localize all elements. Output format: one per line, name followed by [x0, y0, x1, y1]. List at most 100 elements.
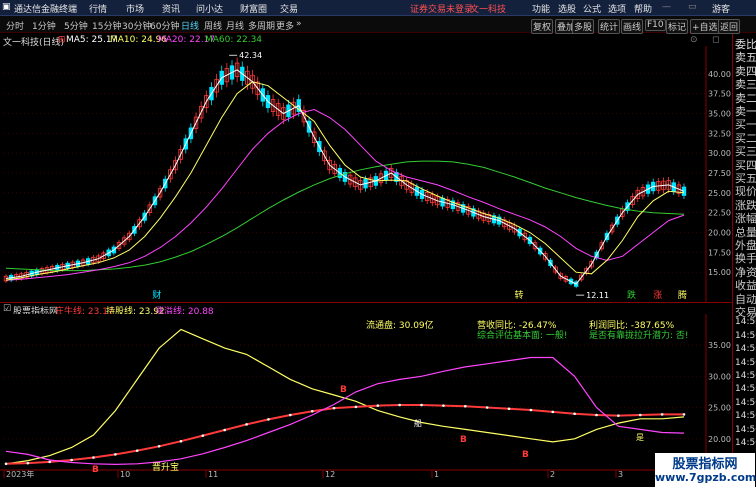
- holding-dot: [289, 413, 292, 417]
- settings-icon[interactable]: ⊙: [690, 35, 698, 45]
- y-tick-label: 25.00: [708, 189, 731, 198]
- holding-dot: [48, 460, 52, 464]
- holding-dot: [551, 410, 555, 414]
- holding-dot: [179, 439, 183, 443]
- marker-zhuan: 转: [515, 289, 524, 301]
- more-chevron-icon[interactable]: »: [296, 19, 302, 29]
- marker-die: 跌: [627, 290, 636, 301]
- holding-dot: [573, 412, 576, 416]
- side-panel-item[interactable]: 14:50: [735, 331, 756, 341]
- tab-more[interactable]: 更多: [276, 19, 294, 32]
- menu-function[interactable]: 功能: [532, 2, 550, 15]
- low-price-label: 12.11: [586, 291, 609, 300]
- app-logo-icon: ▣: [2, 2, 11, 12]
- menu-wenxiaoda[interactable]: 问小达: [196, 2, 223, 15]
- guest-label[interactable]: 游客: [712, 2, 730, 15]
- restore-icon[interactable]: ▭: [688, 2, 697, 12]
- holding-dot: [114, 453, 117, 456]
- marker-teng: 腾: [678, 289, 687, 301]
- f10-button[interactable]: F10: [645, 19, 666, 31]
- app-name: 通达信金融终端: [14, 5, 78, 15]
- menu-news[interactable]: 资讯: [162, 2, 180, 15]
- holding-dot: [223, 428, 227, 432]
- draw-line-button[interactable]: 画线: [621, 19, 644, 34]
- holding-dot: [92, 456, 95, 459]
- side-panel-item[interactable]: 14:50: [735, 344, 756, 354]
- stats-button[interactable]: 统计: [598, 19, 621, 34]
- indicator-y-tick: 30.00: [708, 372, 731, 381]
- holding-dot: [354, 405, 358, 409]
- tab-1min[interactable]: 1分钟: [32, 19, 56, 32]
- holding-dot: [660, 413, 664, 416]
- menu-quotes[interactable]: 行情: [89, 2, 107, 15]
- menu-help[interactable]: 帮助: [634, 2, 652, 15]
- yes-marker: 是: [636, 433, 644, 442]
- menu-market[interactable]: 市场: [126, 2, 144, 15]
- menu-wealth-circle[interactable]: 财富圈: [240, 2, 267, 15]
- buy-marker: B: [92, 465, 99, 475]
- fundamental-eval-label: 综合评估基本面: 一般!: [477, 331, 568, 341]
- minimize-icon[interactable]: —: [662, 2, 671, 12]
- indicator-y-tick: 25.00: [708, 404, 731, 413]
- tab-multi-period[interactable]: 多周期: [248, 19, 275, 32]
- chart-dropdown-icon[interactable]: ⊞: [58, 35, 66, 45]
- y-tick-label: 17.50: [708, 248, 731, 257]
- watermark-title: 股票指标网: [655, 453, 755, 472]
- tab-30min[interactable]: 30分钟: [122, 19, 151, 32]
- tab-weekly[interactable]: 周线: [204, 19, 222, 32]
- side-panel-item[interactable]: 14:50: [735, 317, 756, 327]
- tab-intraday[interactable]: 分时: [6, 19, 24, 32]
- chart-background: [0, 46, 732, 302]
- tab-15min[interactable]: 15分钟: [92, 19, 121, 32]
- side-panel-item[interactable]: 14:50: [735, 438, 756, 448]
- side-panel-item[interactable]: 14:50: [735, 398, 756, 408]
- jingtian-marker: 晋升宝: [152, 461, 179, 473]
- x-axis-label: 1: [434, 470, 439, 478]
- y-tick-label: 32.50: [708, 129, 731, 138]
- tab-5min[interactable]: 5分钟: [64, 19, 88, 32]
- expand-icon[interactable]: ◻: [712, 35, 719, 45]
- mark-button[interactable]: 标记: [666, 19, 689, 34]
- x-axis-label: 11: [208, 470, 218, 478]
- holding-dot: [682, 413, 686, 416]
- back-button[interactable]: 返回: [718, 19, 741, 34]
- menu-trade[interactable]: 交易: [280, 2, 298, 15]
- side-panel-item[interactable]: 14:50: [735, 358, 756, 368]
- kline-chart[interactable]: 40.00 37.50 35.00 32.50 30.00 27.50 25.00 22.50…: [0, 46, 732, 302]
- high-price-label: 42.34: [239, 51, 262, 60]
- holding-dot: [201, 434, 205, 437]
- x-axis-label: 12: [325, 470, 335, 478]
- side-panel-item[interactable]: 14:50: [735, 425, 756, 435]
- holding-dot: [245, 423, 248, 426]
- holding-dot: [332, 406, 336, 410]
- holding-dot: [463, 404, 467, 408]
- side-panel-item[interactable]: 14:50: [735, 411, 756, 421]
- menu-stock-picking[interactable]: 选股: [558, 2, 576, 15]
- tab-60min[interactable]: 60分钟: [150, 19, 179, 32]
- login-notice[interactable]: 证券交易未登录: [410, 2, 473, 15]
- y-tick-label: 15.00: [708, 268, 731, 277]
- x-axis-label: 10: [120, 470, 130, 478]
- holding-dot: [529, 408, 533, 412]
- holding-dot: [267, 418, 270, 421]
- adjust-button[interactable]: 复权: [531, 19, 554, 34]
- quote-side-panel: 委比 卖五 卖四 卖三 卖二 卖一 买一 买二 买三 买四 买五 现价 涨跌 涨幅 总量 外盘 换手 净资 收益 自动…: [732, 34, 756, 487]
- zhou-marker: 船: [414, 418, 422, 428]
- lift-potential-label: 是否有靠拢拉升潜力: 否!: [589, 331, 689, 341]
- watermark-url: www.7gpzb.com: [655, 471, 756, 487]
- holding-dot: [135, 449, 139, 452]
- y-tick-label: 22.50: [708, 209, 731, 218]
- y-tick-label: 35.00: [708, 109, 731, 118]
- ma-info-bar: 文一科技(日线) ⊞ MA5: 25.17 MA10: 24.96 MA20: …: [0, 34, 706, 48]
- tab-monthly[interactable]: 月线: [226, 19, 244, 32]
- tab-daily[interactable]: 日线: [181, 19, 199, 32]
- multi-stock-button[interactable]: 多股: [572, 19, 595, 34]
- side-panel-item[interactable]: 14:50: [735, 371, 756, 381]
- menu-options[interactable]: 选项: [608, 2, 626, 15]
- indicator-checkbox-icon[interactable]: ☑: [3, 304, 11, 314]
- holding-dot: [157, 444, 161, 448]
- menu-formula[interactable]: 公式: [583, 2, 601, 15]
- holding-dot: [398, 403, 401, 407]
- add-watchlist-button[interactable]: +自选: [690, 19, 720, 34]
- side-panel-item[interactable]: 14:50: [735, 384, 756, 394]
